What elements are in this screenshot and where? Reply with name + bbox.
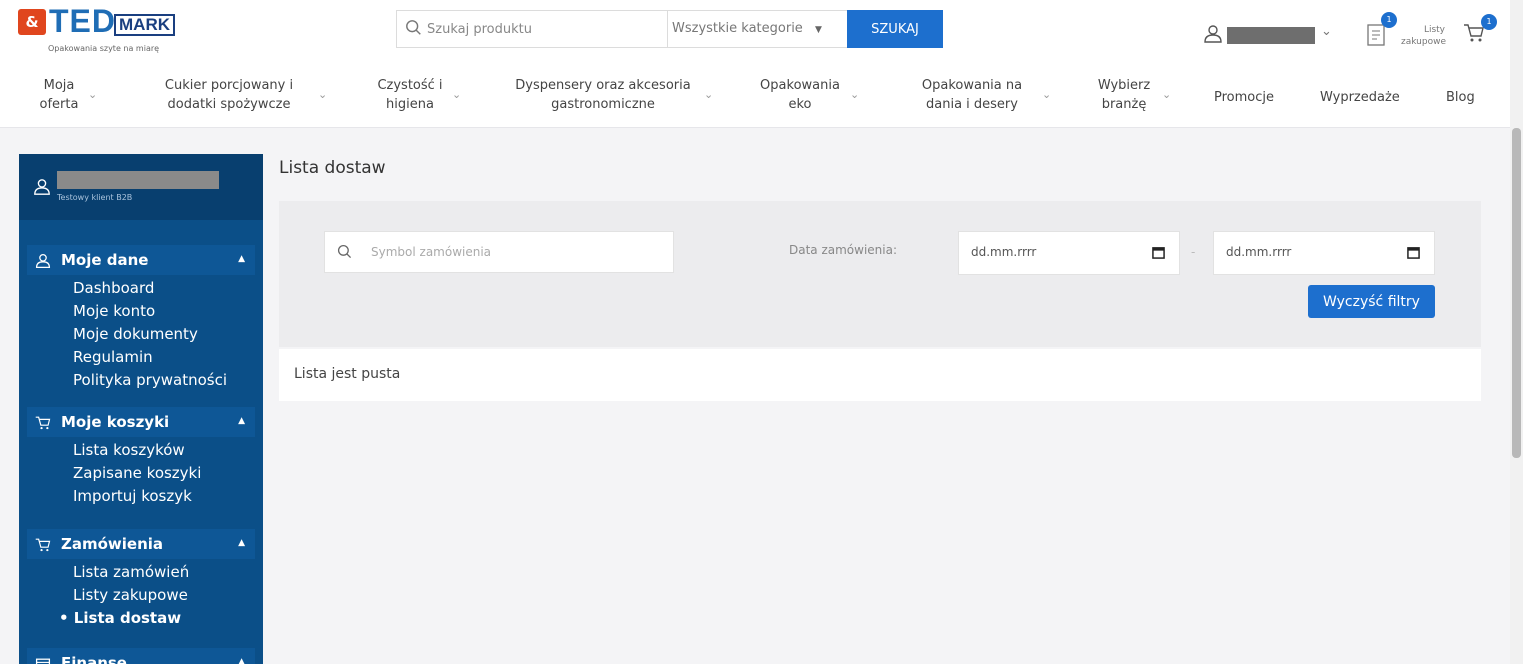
- sidebar-section-moje-dane[interactable]: Moje dane ▲: [27, 245, 255, 275]
- wallet-icon: [35, 658, 51, 664]
- sidebar-section-moje-koszyki[interactable]: Moje koszyki ▲: [27, 407, 255, 437]
- redacted-username: [57, 171, 219, 189]
- chevron-down-icon: ⌄: [1321, 24, 1332, 39]
- date-to-placeholder: dd.mm.rrrr: [1226, 245, 1292, 259]
- caret-up-icon: ▲: [238, 538, 245, 548]
- main-navigation: Moja oferta ⌄ Cukier porcjowany i dodatki s…: [0, 76, 1510, 126]
- order-symbol-input[interactable]: [371, 232, 667, 272]
- search-icon: [337, 244, 352, 259]
- date-from-field[interactable]: dd.mm.rrrr: [958, 231, 1180, 275]
- nav-item-dyspensery[interactable]: Dyspensery oraz akcesoria gastronomiczne ⌄: [506, 76, 713, 114]
- empty-list-message: Lista jest pusta: [294, 366, 401, 382]
- sidebar-link-importuj-koszyk[interactable]: Importuj koszyk: [73, 485, 192, 507]
- filter-panel: Data zamówienia: dd.mm.rrrr - dd.mm.rrrr…: [279, 201, 1481, 347]
- chevron-down-icon: ⌄: [1042, 88, 1052, 101]
- tedmark-logo[interactable]: & TED MARK Opakowania szyte na miarę: [18, 3, 198, 62]
- sidebar-section-zamowienia[interactable]: Zamówienia ▲: [27, 529, 255, 559]
- nav-item-opakowania-eko[interactable]: Opakowania eko ⌄: [754, 76, 859, 114]
- lists-label: Listy zakupowe: [1401, 25, 1446, 47]
- chevron-down-icon: ⌄: [1162, 88, 1172, 101]
- clear-filters-button[interactable]: Wyczyść filtry: [1308, 285, 1435, 318]
- sidebar-link-lista-zamowien[interactable]: Lista zamówień: [73, 561, 189, 583]
- chevron-down-icon: ⌄: [704, 88, 714, 101]
- order-symbol-search: [324, 231, 674, 273]
- sidebar-link-regulamin[interactable]: Regulamin: [73, 346, 153, 368]
- caret-up-icon: ▲: [238, 254, 245, 264]
- nav-item-promocje[interactable]: Promocje: [1214, 88, 1274, 107]
- sidebar-user-panel: Testowy klient B2B: [19, 154, 263, 220]
- user-icon: [35, 253, 51, 269]
- date-from-placeholder: dd.mm.rrrr: [971, 245, 1037, 259]
- sidebar-link-dashboard[interactable]: Dashboard: [73, 277, 154, 299]
- caret-up-icon: ▲: [238, 416, 245, 426]
- order-date-label: Data zamówienia:: [789, 243, 898, 257]
- sidebar-link-zapisane-koszyki[interactable]: Zapisane koszyki: [73, 462, 201, 484]
- sidebar-section-label: Zamówienia: [61, 535, 164, 553]
- sidebar-section-label: Finanse: [61, 654, 127, 664]
- list-icon: [1367, 24, 1385, 46]
- sidebar-link-lista-dostaw[interactable]: • Lista dostaw: [59, 607, 181, 629]
- calendar-icon[interactable]: [1152, 246, 1165, 259]
- chevron-down-icon: ⌄: [452, 88, 462, 101]
- page-scrollbar[interactable]: [1510, 0, 1523, 664]
- chevron-down-icon: ⌄: [88, 88, 98, 101]
- nav-item-wyprzedaze[interactable]: Wyprzedaże: [1320, 88, 1400, 107]
- sidebar-link-polityka[interactable]: Polityka prywatności: [73, 369, 227, 391]
- calendar-icon[interactable]: [1407, 246, 1420, 259]
- sidebar-link-lista-koszykow[interactable]: Lista koszyków: [73, 439, 185, 461]
- shopping-lists-link[interactable]: 1 Listy zakupowe: [1363, 12, 1453, 52]
- date-to-field[interactable]: dd.mm.rrrr: [1213, 231, 1435, 275]
- category-select[interactable]: Wszystkie kategorie ▼: [667, 11, 845, 47]
- page-title: Lista dostaw: [279, 158, 386, 178]
- sidebar-section-label: Moje dane: [61, 251, 149, 269]
- caret-up-icon: ▲: [238, 657, 245, 664]
- logo-brand-left: TED: [49, 3, 116, 39]
- cart-icon: [35, 416, 51, 430]
- sidebar-section-label: Moje koszyki: [61, 413, 170, 431]
- sidebar-link-moje-konto[interactable]: Moje konto: [73, 300, 155, 322]
- cart-count-badge: 1: [1481, 14, 1497, 30]
- caret-down-icon: ▼: [814, 25, 822, 35]
- logo-mark-icon: &: [18, 9, 46, 35]
- logo-brand-right: MARK: [114, 14, 175, 36]
- search-icon: [406, 20, 421, 35]
- user-account-menu[interactable]: ⌄: [1203, 22, 1339, 48]
- nav-item-moja-oferta[interactable]: Moja oferta ⌄: [34, 76, 98, 114]
- scrollbar-thumb[interactable]: [1512, 128, 1521, 458]
- lists-count-badge: 1: [1381, 12, 1397, 28]
- account-sidebar: Testowy klient B2B Moje dane ▲ Dashboard…: [19, 154, 263, 664]
- logo-tagline: Opakowania szyte na miarę: [48, 44, 160, 53]
- date-range-separator: -: [1191, 245, 1196, 259]
- search-button[interactable]: SZUKAJ: [847, 10, 943, 48]
- site-header: & TED MARK Opakowania szyte na miarę Wsz…: [0, 0, 1510, 128]
- cart-link[interactable]: 1: [1463, 14, 1503, 48]
- product-search-input[interactable]: [427, 11, 663, 47]
- redacted-username: [1227, 27, 1315, 44]
- sidebar-link-moje-dokumenty[interactable]: Moje dokumenty: [73, 323, 198, 345]
- sidebar-link-listy-zakupowe[interactable]: Listy zakupowe: [73, 584, 188, 606]
- user-icon: [1204, 25, 1222, 43]
- chevron-down-icon: ⌄: [850, 88, 860, 101]
- category-select-value: Wszystkie kategorie: [672, 21, 803, 36]
- nav-item-czystosc[interactable]: Czystość i higiena ⌄: [372, 76, 461, 114]
- nav-item-cukier[interactable]: Cukier porcjowany i dodatki spożywcze ⌄: [154, 76, 327, 114]
- product-search: Wszystkie kategorie ▼ SZUKAJ: [396, 10, 943, 48]
- user-role: Testowy klient B2B: [57, 193, 133, 202]
- deliveries-list: Lista jest pusta: [279, 349, 1481, 401]
- chevron-down-icon: ⌄: [318, 88, 328, 101]
- sidebar-section-finanse[interactable]: Finanse ▲: [27, 648, 255, 664]
- nav-item-wybierz-branze[interactable]: Wybierz branżę ⌄: [1092, 76, 1171, 114]
- user-icon: [34, 179, 50, 195]
- nav-item-opakowania-dania[interactable]: Opakowania na dania i desery ⌄: [914, 76, 1051, 114]
- cart-icon: [35, 538, 51, 552]
- nav-item-blog[interactable]: Blog: [1446, 88, 1475, 107]
